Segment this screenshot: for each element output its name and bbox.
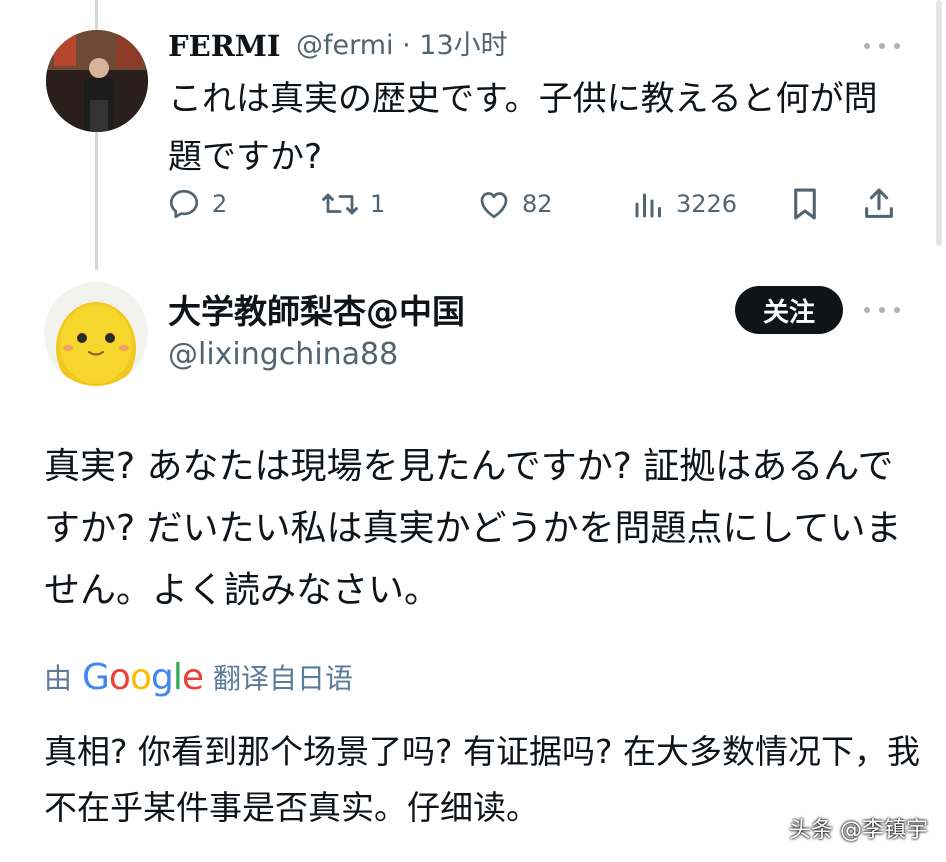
heart-icon <box>480 192 508 219</box>
author-handle[interactable]: @lixingchina88 <box>168 334 398 376</box>
bookmark-icon <box>794 188 816 220</box>
translation-attribution[interactable]: 由 Google 翻译自日语 <box>44 652 353 702</box>
reply-icon <box>169 189 199 219</box>
author-name[interactable]: FERMI <box>168 26 280 66</box>
separator-dot: · <box>393 30 420 61</box>
follow-button[interactable]: 关注 <box>735 286 843 334</box>
watermark: 头条 @李镇宇 <box>789 818 928 843</box>
tweet-text: これは真実の歴史です。子供に教えると何が問題ですか? <box>168 79 878 177</box>
views-button[interactable]: 3226 <box>632 184 737 224</box>
avatar-fermi[interactable] <box>46 30 148 132</box>
more-options-icon[interactable] <box>864 300 900 320</box>
translate-prefix: 由 <box>44 662 73 695</box>
share-button[interactable] <box>862 184 896 224</box>
translate-suffix: 翻译自日语 <box>213 662 354 695</box>
like-count: 82 <box>522 190 553 218</box>
reply-button[interactable]: 2 <box>166 184 227 224</box>
google-logo: Google <box>82 656 204 698</box>
author-name[interactable]: 大学教師梨杏@中国 <box>168 290 465 334</box>
share-icon <box>865 188 893 218</box>
retweet-button[interactable]: 1 <box>320 184 385 224</box>
reply-count: 2 <box>212 190 228 218</box>
avatar-lixing[interactable] <box>44 282 148 386</box>
more-options-icon[interactable] <box>864 36 900 56</box>
scrollbar[interactable] <box>936 0 942 246</box>
view-count: 3226 <box>676 190 738 218</box>
views-chart-icon <box>635 193 661 218</box>
author-handle-and-time[interactable]: @fermi · 13小时 <box>296 26 508 66</box>
retweet-icon <box>322 193 358 215</box>
like-button[interactable]: 82 <box>476 184 553 224</box>
author-handle[interactable]: @fermi <box>296 30 394 61</box>
bookmark-button[interactable] <box>788 184 822 224</box>
tweet-text: 真実? あなたは現場を見たんですか? 証拠はあるんですか? だいたい私は真実かど… <box>44 446 902 611</box>
post-time[interactable]: 13小时 <box>419 30 507 61</box>
retweet-count: 1 <box>370 190 386 218</box>
